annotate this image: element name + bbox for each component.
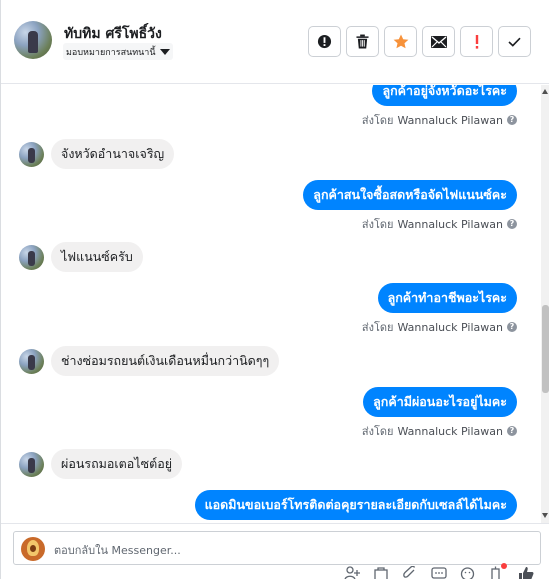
paperclip-icon [403,566,416,578]
outgoing-message[interactable]: แอดมินขอเบอร์โทรติดต่อคุยรายละเอียดกับเซ… [194,490,517,520]
contact-name[interactable]: ทับทิม ศรีโพธิ์วัง [64,23,162,45]
outgoing-message[interactable]: ลูกค้ามีผ่อนอะไรอยู่ไมคะ [363,387,517,417]
sent-by-label: ส่งโดย [361,218,394,231]
contact-avatar[interactable] [14,21,52,59]
shop-button[interactable] [373,566,390,579]
page-avatar [21,537,45,561]
info-icon[interactable]: ? [507,219,517,229]
incoming-message[interactable]: ผ่อนรถมอเตอไซต์อยู่ [51,449,183,479]
incoming-message-row: จังหวัดอำนาจเจริญ [19,139,175,169]
star-icon [393,34,408,49]
like-button[interactable] [518,566,535,579]
incoming-message-row: ไฟแนนซ์ครับ [19,242,143,272]
notification-dot [501,563,507,569]
message-thread[interactable]: ลูกค้าอยู่จังหวัดอะไรคะ ส่งโดย Wannaluck… [1,85,541,523]
mark-done-button[interactable] [498,26,531,57]
mark-spam-button[interactable] [460,26,493,57]
add-person-icon [344,566,360,579]
scroll-up-arrow-icon[interactable] [542,89,548,94]
scroll-down-arrow-icon[interactable] [542,513,548,518]
sent-by-line: ส่งโดย Wannaluck Pilawan ? [362,318,517,336]
assign-conversation-dropdown[interactable]: มอบหมายการสนทนานี้ [63,43,173,60]
info-icon[interactable]: ? [507,426,517,436]
message-scrollbar[interactable] [541,85,549,523]
conversation-panel: ทับทิม ศรีโพธิ์วัง มอบหมายการสนทนานี้ ลู… [0,0,549,579]
outgoing-message[interactable]: ลูกค้าอยู่จังหวัดอะไรคะ [372,85,517,106]
sender-name: Wannaluck Pilawan [397,113,504,127]
sent-by-label: ส่งโดย [361,321,394,334]
contact-avatar-small [19,141,44,167]
outgoing-message[interactable]: ลูกค้าทำอาชีพอะไรคะ [377,283,517,313]
delete-button[interactable] [346,26,379,57]
envelope-icon [430,35,447,48]
checkmark-icon [508,37,521,47]
sender-name: Wannaluck Pilawan [397,217,504,231]
trash-icon [356,34,369,49]
conversation-header: ทับทิม ศรีโพธิ์วัง มอบหมายการสนทนานี้ [1,0,549,84]
incoming-message[interactable]: ช่างซ่อมรถยนต์เงินเดือนหมื่นกว่านิดๆๆ [51,346,280,376]
outgoing-message[interactable]: ลูกค้าสนใจซื้อสดหรือจัดไฟแนนซ์คะ [303,180,517,210]
add-person-button[interactable] [344,566,361,579]
sent-by-label: ส่งโดย [361,114,394,127]
contact-avatar-small [19,244,44,270]
contact-avatar-small [19,348,44,374]
sent-by-label: ส่งโดย [361,425,394,438]
reply-box[interactable]: ตอบกลับใน Messenger... [13,531,541,565]
attach-button[interactable] [402,566,419,579]
thumbs-up-icon [519,567,534,579]
exclamation-circle-icon [317,34,332,49]
shopping-bag-icon [374,567,388,579]
sender-name: Wannaluck Pilawan [397,424,504,438]
incoming-message-row: ช่างซ่อมรถยนต์เงินเดือนหมื่นกว่านิดๆๆ [19,346,280,376]
conversation-actions [308,26,531,57]
incoming-message[interactable]: จังหวัดอำนาจเจริญ [51,139,175,169]
saved-replies-button[interactable] [431,566,448,579]
exclamation-icon [475,34,478,49]
follow-up-button[interactable] [308,26,341,57]
chat-bubble-icon [431,567,447,579]
assign-label: มอบหมายการสนทนานี้ [66,47,156,58]
sent-by-line: ส่งโดย Wannaluck Pilawan ? [362,422,517,440]
scrollbar-thumb[interactable] [542,305,549,393]
info-icon[interactable]: ? [507,322,517,332]
reply-input[interactable]: ตอบกลับใน Messenger... [54,541,181,559]
emoji-icon [460,567,475,579]
incoming-message[interactable]: ไฟแนนซ์ครับ [51,242,143,272]
emoji-button[interactable] [460,566,477,579]
sender-name: Wannaluck Pilawan [397,320,504,334]
contact-avatar-small [19,451,44,477]
composer-toolbar [344,563,535,579]
automation-button[interactable] [489,563,507,579]
incoming-message-row: ผ่อนรถมอเตอไซต์อยู่ [19,449,183,479]
sent-by-line: ส่งโดย Wannaluck Pilawan ? [362,111,517,129]
caret-down-icon [159,48,170,55]
mark-unread-button[interactable] [422,26,455,57]
star-button[interactable] [384,26,417,57]
reply-composer: ตอบกลับใน Messenger... [1,523,549,579]
sent-by-line: ส่งโดย Wannaluck Pilawan ? [362,215,517,233]
info-icon[interactable]: ? [507,115,517,125]
